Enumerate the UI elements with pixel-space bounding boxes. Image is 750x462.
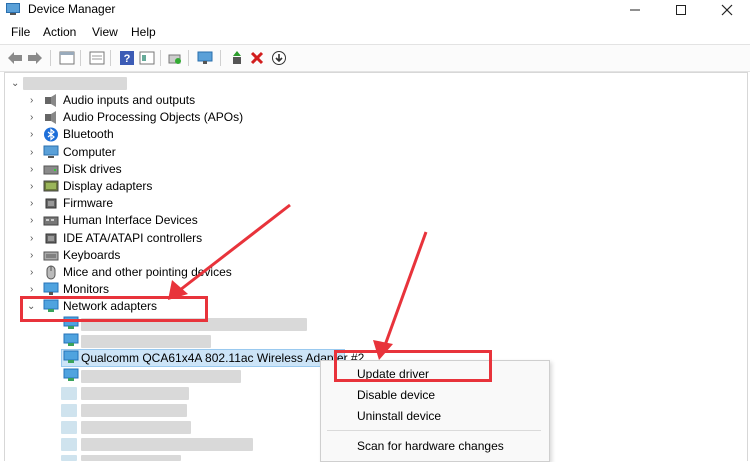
arrow-head (373, 340, 393, 360)
arrow-line (179, 203, 291, 292)
arrow-line (382, 231, 428, 349)
annotation-arrows (168, 203, 428, 360)
arrow-head (168, 280, 188, 300)
